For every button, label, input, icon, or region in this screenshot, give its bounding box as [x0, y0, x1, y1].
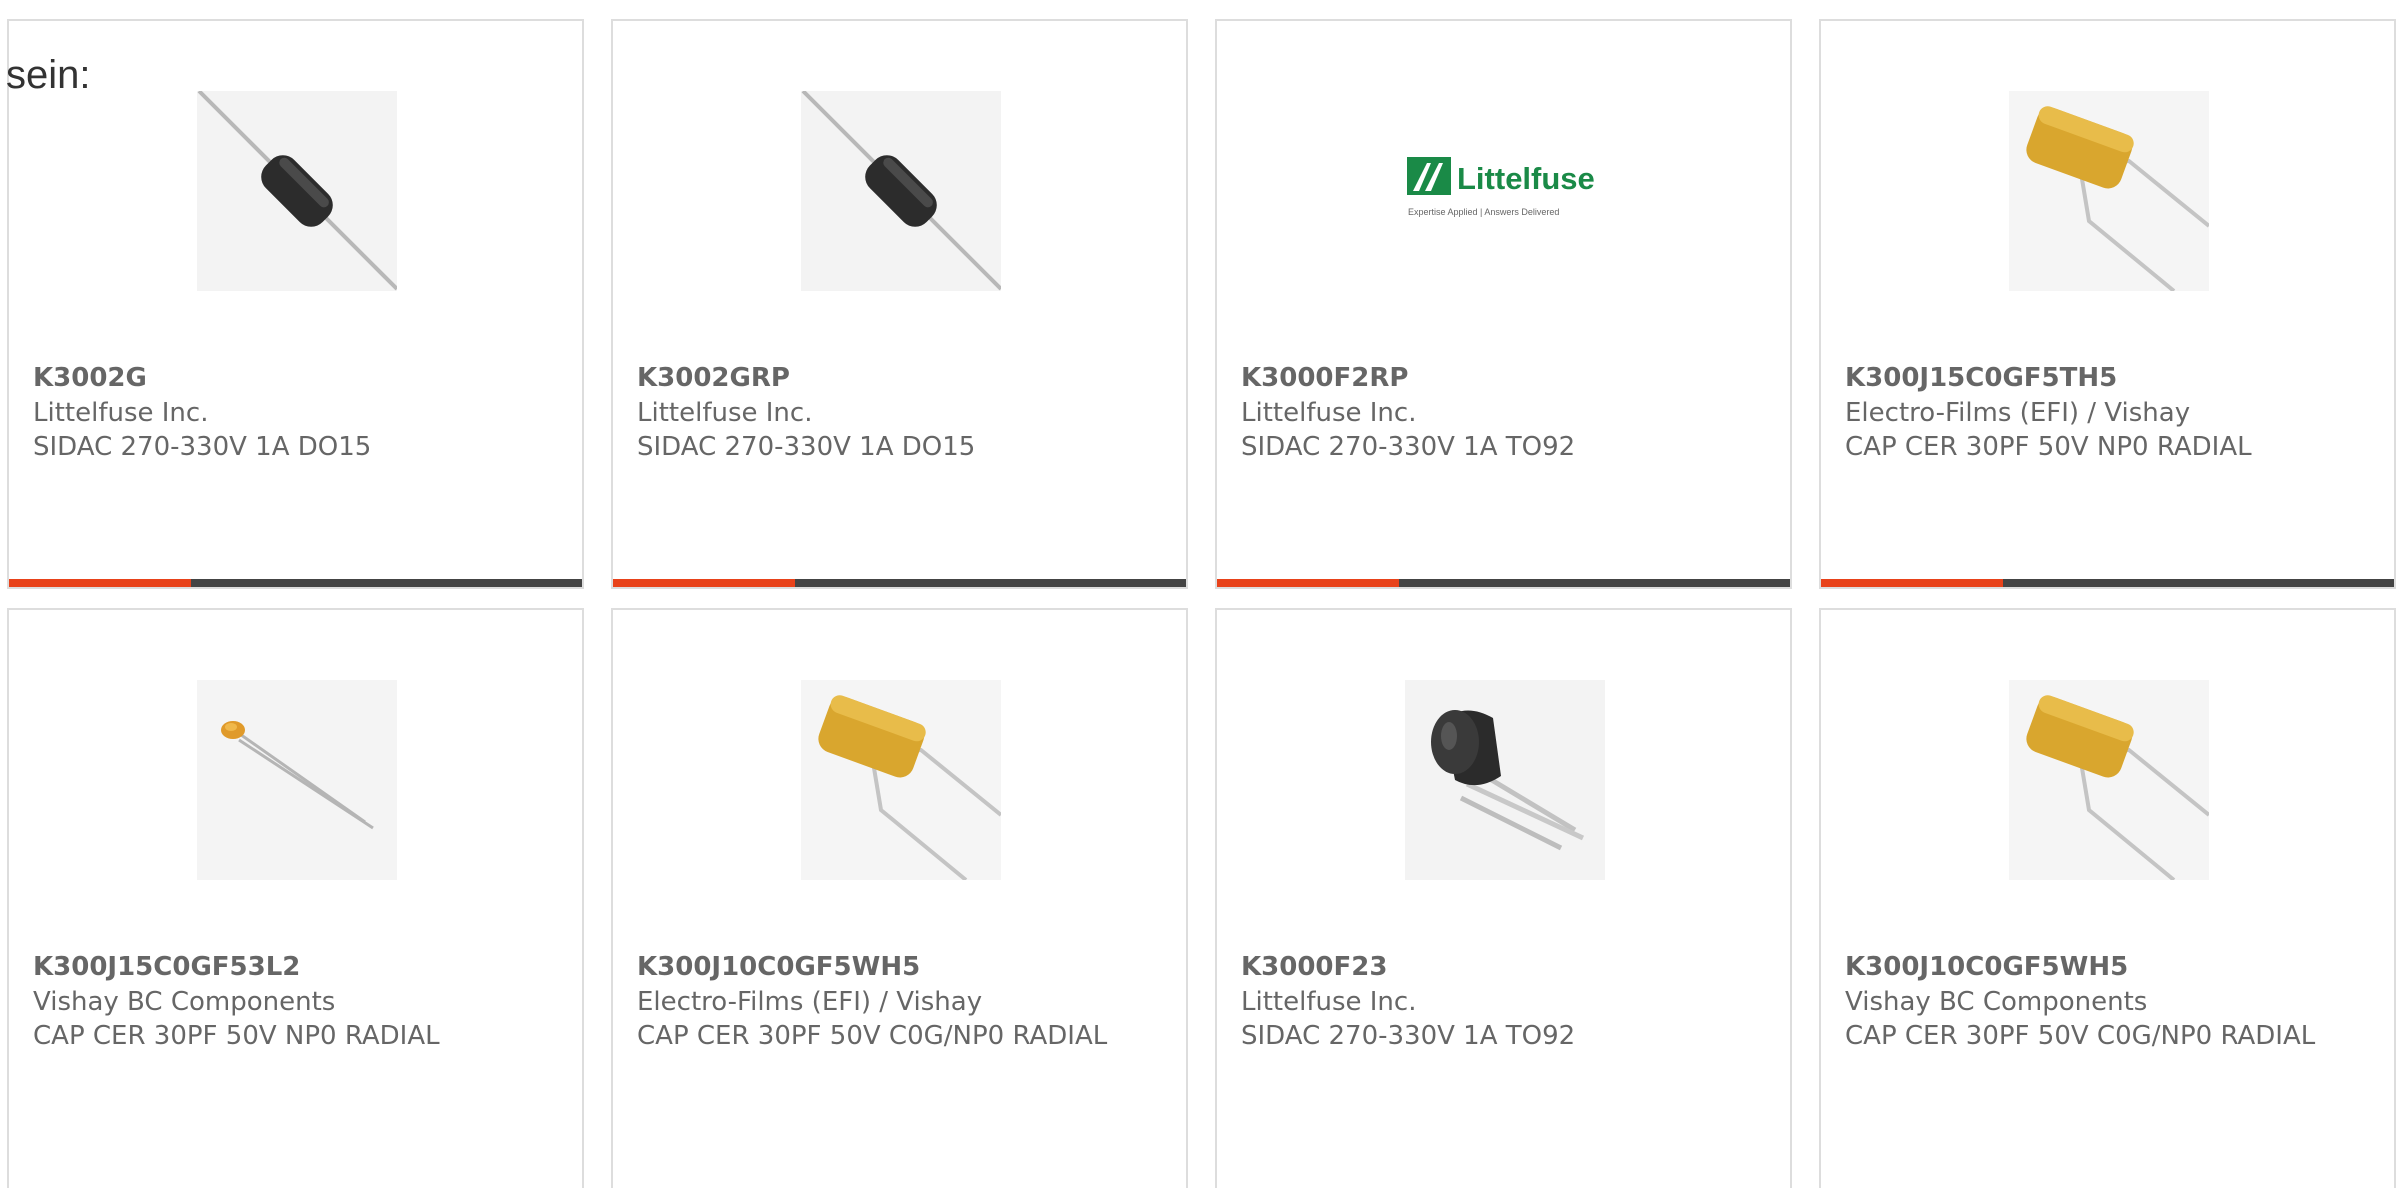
manufacturer: Electro-Films (EFI) / Vishay [637, 986, 983, 1017]
product-card[interactable]: K3002G Littelfuse Inc. SIDAC 270-330V 1A… [7, 19, 584, 589]
part-number[interactable]: K3002G [33, 361, 562, 396]
small-ceramic-capacitor-icon [197, 680, 397, 880]
product-grid: K3002G Littelfuse Inc. SIDAC 270-330V 1A… [0, 0, 2400, 1188]
to92-package-icon [1405, 680, 1605, 880]
product-card[interactable]: K300J10C0GF5WH5 Electro-Films (EFI) / Vi… [611, 608, 1188, 1188]
product-card[interactable]: K300J15C0GF53L2 Vishay BC Components CAP… [7, 608, 584, 1188]
part-number[interactable]: K300J15C0GF5TH5 [1845, 361, 2374, 396]
manufacturer: Littelfuse Inc. [1241, 986, 1417, 1017]
manufacturer: Littelfuse Inc. [33, 397, 209, 428]
description: CAP CER 30PF 50V NP0 RADIAL [1845, 432, 2252, 462]
axial-diode-icon [801, 91, 1001, 291]
manufacturer: Littelfuse Inc. [637, 397, 813, 428]
axial-diode-icon [197, 91, 397, 291]
svg-text:Littelfuse: Littelfuse [1457, 161, 1595, 196]
radial-capacitor-icon [801, 680, 1001, 880]
card-footer-bar [613, 579, 1186, 587]
description: CAP CER 30PF 50V C0G/NP0 RADIAL [1845, 1021, 2316, 1051]
part-number[interactable]: K300J10C0GF5WH5 [1845, 950, 2374, 985]
product-card[interactable]: K3000F23 Littelfuse Inc. SIDAC 270-330V … [1215, 608, 1792, 1188]
description: SIDAC 270-330V 1A TO92 [1241, 432, 1576, 462]
card-footer-bar [1821, 579, 2394, 587]
radial-capacitor-icon [2009, 680, 2209, 880]
part-number[interactable]: K3000F2RP [1241, 361, 1770, 396]
product-card[interactable]: K3002GRP Littelfuse Inc. SIDAC 270-330V … [611, 19, 1188, 589]
manufacturer: Vishay BC Components [33, 986, 336, 1017]
product-card[interactable]: K300J15C0GF5TH5 Electro-Films (EFI) / Vi… [1819, 19, 2396, 589]
part-number[interactable]: K300J10C0GF5WH5 [637, 950, 1166, 985]
description: SIDAC 270-330V 1A DO15 [33, 432, 372, 462]
card-footer-bar [1217, 579, 1790, 587]
manufacturer: Vishay BC Components [1845, 986, 2148, 1017]
manufacturer: Littelfuse Inc. [1241, 397, 1417, 428]
description: SIDAC 270-330V 1A DO15 [637, 432, 976, 462]
manufacturer: Electro-Films (EFI) / Vishay [1845, 397, 2191, 428]
part-number[interactable]: K3000F23 [1241, 950, 1770, 985]
part-number[interactable]: K3002GRP [637, 361, 1166, 396]
part-number[interactable]: K300J15C0GF53L2 [33, 950, 562, 985]
intro-text: sein: [6, 53, 91, 97]
description: SIDAC 270-330V 1A TO92 [1241, 1021, 1576, 1051]
product-card[interactable]: K300J10C0GF5WH5 Vishay BC Components CAP… [1819, 608, 2396, 1188]
description: CAP CER 30PF 50V C0G/NP0 RADIAL [637, 1021, 1108, 1051]
radial-capacitor-icon [2009, 91, 2209, 291]
description: CAP CER 30PF 50V NP0 RADIAL [33, 1021, 440, 1051]
littelfuse-logo: Littelfuse Expertise Applied | Answers D… [1405, 91, 1605, 291]
card-footer-bar [9, 579, 582, 587]
svg-text:Expertise Applied | Answers De: Expertise Applied | Answers Delivered [1408, 207, 1559, 217]
product-card[interactable]: Littelfuse Expertise Applied | Answers D… [1215, 19, 1792, 589]
